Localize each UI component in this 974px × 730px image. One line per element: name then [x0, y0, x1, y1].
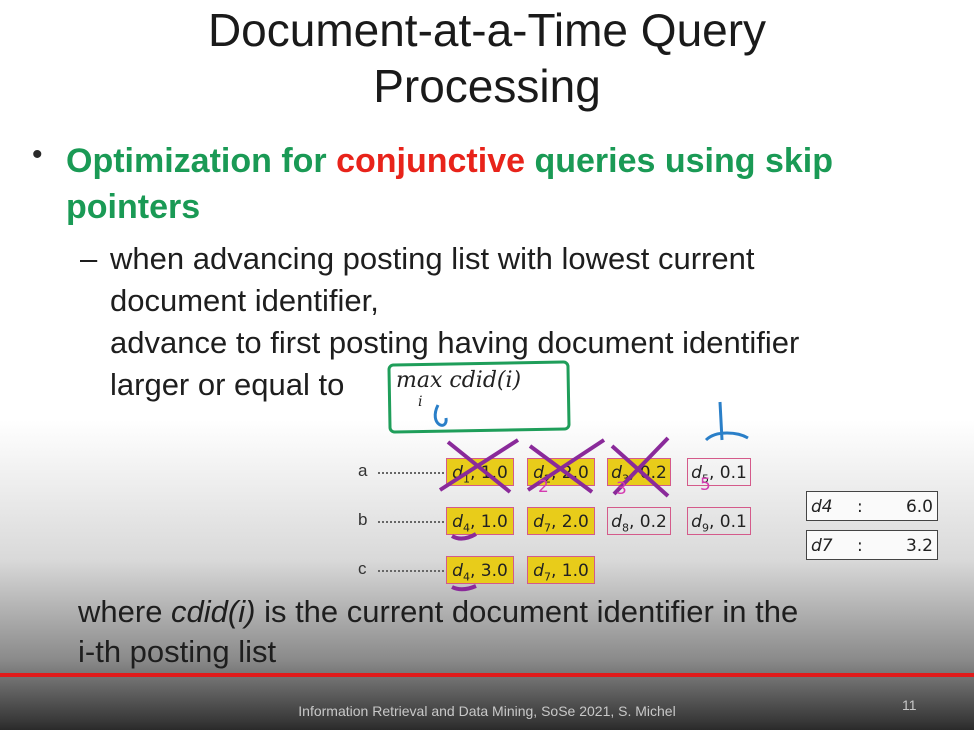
- accumulator-doc: d7: [811, 536, 833, 556]
- bullet-part-3: queries using skip: [525, 142, 834, 180]
- posting-doc-index: 7: [543, 521, 551, 535]
- posting-entry: d9, 0.1: [687, 507, 751, 535]
- posting-score: , 2.0: [550, 463, 589, 483]
- posting-list-pointer-line: [378, 570, 444, 572]
- accumulator-row: d7 : 3.2: [806, 530, 938, 560]
- bullet-keyword-conjunctive: conjunctive: [336, 142, 526, 180]
- posting-list-label: b: [358, 510, 368, 529]
- posting-entry: d5, 0.1: [687, 458, 751, 486]
- posting-doc: d: [452, 561, 463, 581]
- posting-doc-index: 1: [462, 472, 470, 486]
- formula-expr: cdid(i): [449, 368, 522, 393]
- posting-score: , 0.1: [708, 463, 747, 483]
- posting-doc-index: 8: [621, 521, 629, 535]
- accumulator-doc: d4: [811, 497, 833, 517]
- posting-doc-index: 7: [543, 570, 551, 584]
- where-text: where cdid(i) is the current document id…: [78, 592, 958, 672]
- posting-list-label: a: [358, 461, 368, 480]
- posting-score: , 0.1: [708, 512, 747, 532]
- posting-doc-index: 9: [701, 521, 709, 535]
- posting-doc: d: [533, 463, 544, 483]
- accumulator-value: 6.0: [905, 497, 933, 517]
- slide-title: Document-at-a-Time Query Processing: [0, 2, 974, 114]
- posting-doc-index: 2: [543, 472, 551, 486]
- where-part-c: is the current document identifier in th…: [255, 594, 799, 629]
- formula-subscript: i: [418, 394, 423, 410]
- posting-score: , 0.2: [628, 512, 667, 532]
- posting-doc: d: [691, 512, 702, 532]
- formula: max i cdid(i): [396, 368, 522, 410]
- posting-entry: d7, 1.0: [527, 556, 595, 584]
- title-line-2: Processing: [373, 60, 601, 112]
- where-line-2: i-th posting list: [78, 634, 277, 669]
- posting-list-pointer-line: [378, 521, 444, 523]
- posting-entry: d4, 3.0: [446, 556, 514, 584]
- where-part-a: where: [78, 594, 172, 629]
- posting-doc: d: [611, 463, 622, 483]
- posting-entry: d7, 2.0: [527, 507, 595, 535]
- accumulator-colon: :: [857, 536, 863, 556]
- posting-doc: d: [611, 512, 622, 532]
- posting-score: , 1.0: [469, 512, 508, 532]
- posting-entry: d4, 1.0: [446, 507, 514, 535]
- posting-score: , 1.0: [550, 561, 589, 581]
- blue-pen-mark: [704, 401, 749, 442]
- posting-doc: d: [452, 512, 463, 532]
- where-part-b: cdid(i): [171, 594, 256, 629]
- bullet-part-4: pointers: [66, 188, 201, 226]
- posting-entry: d2, 2.0: [527, 458, 595, 486]
- posting-score: , 1.0: [469, 463, 508, 483]
- posting-score: , 0.2: [628, 463, 667, 483]
- accumulator-colon: :: [857, 497, 863, 517]
- bullet-text: Optimization for conjunctive queries usi…: [66, 138, 946, 230]
- posting-doc: d: [533, 512, 544, 532]
- sub-line-1: when advancing posting list with lowest …: [110, 241, 755, 276]
- purple-underline: [451, 584, 477, 592]
- posting-doc: d: [691, 463, 702, 483]
- formula-op: max: [396, 368, 443, 393]
- posting-list-pointer-line: [378, 472, 444, 474]
- posting-entry: d3, 0.2: [607, 458, 671, 486]
- posting-doc-index: 5: [701, 472, 709, 486]
- bullet-part-1: Optimization for: [66, 142, 337, 180]
- posting-score: , 2.0: [550, 512, 589, 532]
- posting-entry: d1, 1.0: [446, 458, 514, 486]
- posting-doc-index: 3: [621, 472, 629, 486]
- sub-line-3: advance to first posting having document…: [110, 325, 800, 360]
- posting-entry: d8, 0.2: [607, 507, 671, 535]
- posting-list-label: c: [358, 559, 367, 578]
- page-number: 11: [902, 697, 917, 713]
- title-line-1: Document-at-a-Time Query: [207, 4, 767, 56]
- sub-bullet-dash: –: [80, 241, 98, 276]
- posting-doc-index: 4: [462, 521, 470, 535]
- accumulator-row: d4 : 6.0: [806, 491, 938, 521]
- posting-score: , 3.0: [469, 561, 508, 581]
- footer-divider: [0, 673, 974, 677]
- posting-doc: d: [533, 561, 544, 581]
- accumulator-value: 3.2: [905, 536, 933, 556]
- footer-text: Information Retrieval and Data Mining, S…: [298, 703, 676, 719]
- sub-line-2: document identifier,: [110, 283, 379, 318]
- posting-doc: d: [452, 463, 463, 483]
- posting-doc-index: 4: [462, 570, 470, 584]
- bullet-dot-icon: •: [32, 138, 43, 171]
